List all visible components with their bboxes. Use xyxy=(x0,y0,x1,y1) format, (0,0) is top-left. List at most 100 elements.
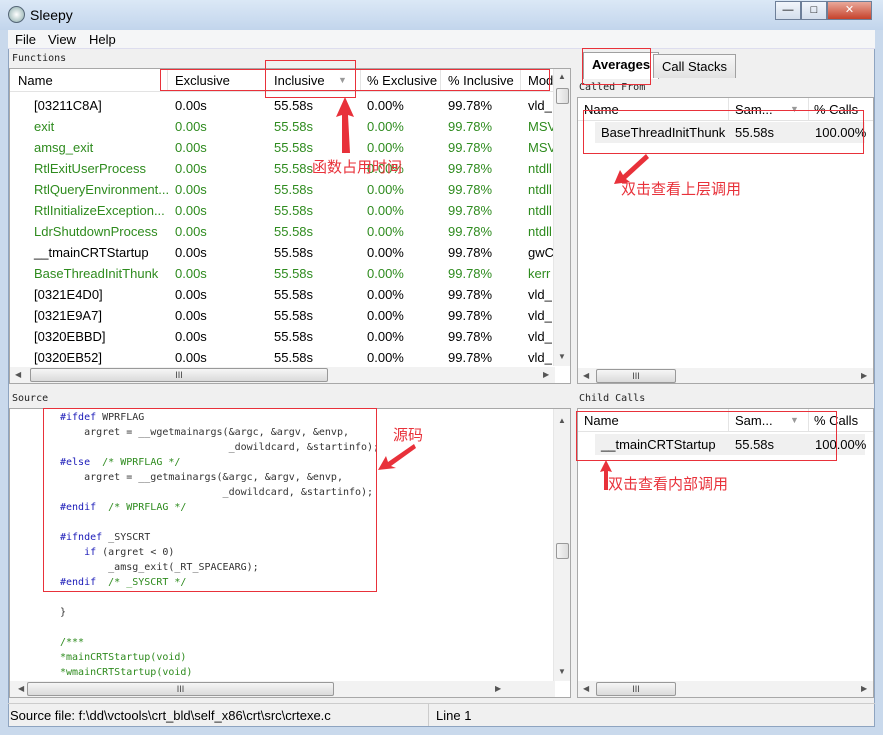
cell-pct-inclusive: 99.78% xyxy=(448,203,493,218)
source-line: _dowildcard, &startinfo); xyxy=(60,442,380,453)
cell-name: RtlExitUserProcess xyxy=(34,161,146,176)
function-row[interactable]: [0320EBBD] 0.00s 55.58s 0.00% 99.78% vld_: xyxy=(10,326,555,347)
menu-view[interactable]: View xyxy=(48,32,76,47)
col-name[interactable]: Name xyxy=(584,413,619,428)
cell-pct-inclusive: 99.78% xyxy=(448,182,493,197)
source-hscroll[interactable]: ◀ III ▶ xyxy=(10,681,555,697)
close-button[interactable]: ✕ xyxy=(827,1,872,20)
cell-inclusive: 55.58s xyxy=(274,245,314,260)
cell-exclusive: 0.00s xyxy=(175,161,207,176)
cell-pct-inclusive: 99.78% xyxy=(448,329,493,344)
col-module[interactable]: Mod xyxy=(528,73,553,88)
source-line: _amsg_exit(_RT_SPACEARG); xyxy=(60,562,259,573)
col-inclusive[interactable]: Inclusive xyxy=(274,73,325,88)
cell-pct-exclusive: 0.00% xyxy=(367,245,404,260)
col-pct-inclusive[interactable]: % Inclusive xyxy=(448,73,514,88)
cell-name: [0320EBBD] xyxy=(34,329,106,344)
title-bar xyxy=(0,0,883,30)
col-name[interactable]: Name xyxy=(18,73,53,88)
cell-exclusive: 0.00s xyxy=(175,140,207,155)
functions-list: Name Exclusive Inclusive ▼ % Exclusive %… xyxy=(9,68,571,384)
code-token: if xyxy=(84,547,97,558)
tab-averages[interactable]: Averages xyxy=(583,52,660,79)
cell-module: vld_: xyxy=(528,329,556,344)
function-row[interactable]: [0321E9A7] 0.00s 55.58s 0.00% 99.78% vld_: xyxy=(10,305,555,326)
source-line: #else /* WPRFLAG */ xyxy=(60,457,180,468)
function-row[interactable]: [0321E4D0] 0.00s 55.58s 0.00% 99.78% vld_: xyxy=(10,284,555,305)
cell-module: kerr xyxy=(528,266,551,281)
source-line: #endif /* WPRFLAG */ xyxy=(60,502,186,513)
hscroll-thumb[interactable]: III xyxy=(27,682,334,696)
cell-pct-inclusive: 99.78% xyxy=(448,245,493,260)
status-bar: Source file: f:\dd\vctools\crt_bld\self_… xyxy=(8,703,875,727)
col-pct-calls[interactable]: % Calls xyxy=(814,102,858,117)
function-row[interactable]: RtlInitializeException... 0.00s 55.58s 0.00… xyxy=(10,200,555,221)
code-token: } xyxy=(60,607,67,618)
scroll-thumb[interactable] xyxy=(556,543,569,559)
source-vscroll[interactable]: ▲ ▼ xyxy=(553,409,570,681)
code-token: _dowildcard, &startinfo); xyxy=(60,487,374,498)
list-item[interactable]: BaseThreadInitThunk 55.58s 100.00% xyxy=(595,122,866,143)
tab-call-stacks[interactable]: Call Stacks xyxy=(653,54,737,78)
code-token: (argret < 0) xyxy=(96,547,175,558)
col-samples[interactable]: Sam... xyxy=(735,413,773,428)
function-row[interactable]: [03211C8A] 0.00s 55.58s 0.00% 99.78% vld_: xyxy=(10,95,555,116)
app-icon xyxy=(8,6,25,23)
source-label: Source xyxy=(12,393,49,404)
function-row[interactable]: [0320EB52] 0.00s 55.58s 0.00% 99.78% vld_: xyxy=(10,347,555,368)
cell-pct-inclusive: 99.78% xyxy=(448,224,493,239)
cell-exclusive: 0.00s xyxy=(175,224,207,239)
cell-name: [03211C8A] xyxy=(34,98,102,113)
col-samples[interactable]: Sam... xyxy=(735,102,773,117)
source-line: #ifdef WPRFLAG xyxy=(60,412,144,423)
function-row[interactable]: BaseThreadInitThunk 0.00s 55.58s 0.00% 99.78… xyxy=(10,263,555,284)
menu-help[interactable]: Help xyxy=(89,32,116,47)
cell-module: MSV xyxy=(528,140,557,155)
cell-inclusive: 55.58s xyxy=(274,161,314,176)
col-name[interactable]: Name xyxy=(584,102,619,117)
code-token: _amsg_exit(_RT_SPACEARG); xyxy=(60,562,259,573)
annotation-caller: 双击查看上层调用 xyxy=(621,181,742,198)
function-row[interactable]: RtlQueryEnvironment... 0.00s 55.58s 0.00% 99… xyxy=(10,179,555,200)
cell-module: ntdll xyxy=(528,203,552,218)
cell-pct-inclusive: 99.78% xyxy=(448,98,493,113)
menu-file[interactable]: File xyxy=(15,32,36,47)
cell-inclusive: 55.58s xyxy=(274,287,314,302)
cell-inclusive: 55.58s xyxy=(274,329,314,344)
cell-module: vld_: xyxy=(528,287,556,302)
source-view[interactable]: #ifdef WPRFLAG argret = __wgetmainargs(&… xyxy=(9,408,571,698)
list-item[interactable]: __tmainCRTStartup 55.58s 100.00% xyxy=(595,434,866,455)
cell-module: gwC xyxy=(528,245,555,260)
code-token: #ifndef xyxy=(60,532,103,543)
cell-exclusive: 0.00s xyxy=(175,287,207,302)
col-pct-exclusive[interactable]: % Exclusive xyxy=(367,73,437,88)
function-row[interactable]: exit 0.00s 55.58s 0.00% 99.78% MSV xyxy=(10,116,557,137)
status-source-file: Source file: f:\dd\vctools\crt_bld\self_… xyxy=(10,708,331,723)
cell-pct-exclusive: 0.00% xyxy=(367,182,404,197)
code-token: #endif xyxy=(60,502,97,513)
cell-name: __tmainCRTStartup xyxy=(34,245,149,260)
child-calls-hscroll[interactable]: ◀ III ▶ xyxy=(578,681,873,697)
cell-pct-exclusive: 0.00% xyxy=(367,98,404,113)
code-token: argret = __getmainargs(&argc, &argv, &en… xyxy=(60,472,343,483)
cell-pct-exclusive: 0.00% xyxy=(367,203,404,218)
function-row[interactable]: RtlExitUserProcess 0.00s 55.58s 0.00% 99.78%… xyxy=(10,158,555,179)
cell-module: MSV xyxy=(528,119,557,134)
hscroll-thumb[interactable]: III xyxy=(30,368,328,382)
functions-vscroll[interactable]: ▲ ▼ xyxy=(553,69,570,366)
function-row[interactable]: amsg_exit 0.00s 55.58s 0.00% 99.78% MSV xyxy=(10,137,557,158)
cell-pct-exclusive: 0.00% xyxy=(367,266,404,281)
col-pct-calls[interactable]: % Calls xyxy=(814,413,858,428)
maximize-button[interactable]: □ xyxy=(801,1,827,20)
functions-hscroll[interactable]: ◀ III ▶ xyxy=(10,367,555,383)
minimize-button[interactable]: — xyxy=(775,1,801,20)
called-from-hscroll[interactable]: ◀ III ▶ xyxy=(578,368,873,383)
scroll-thumb[interactable] xyxy=(556,88,569,104)
function-row[interactable]: LdrShutdownProcess 0.00s 55.58s 0.00% 99.78%… xyxy=(10,221,555,242)
col-exclusive[interactable]: Exclusive xyxy=(175,73,230,88)
function-row[interactable]: __tmainCRTStartup 0.00s 55.58s 0.00% 99.78% g… xyxy=(10,242,555,263)
code-token: /* _SYSCRT */ xyxy=(96,577,187,588)
code-token: WPRFLAG xyxy=(96,412,145,423)
code-token: /* WPRFLAG */ xyxy=(90,457,181,468)
source-line: argret = __wgetmainargs(&argc, &argv, &e… xyxy=(60,427,349,438)
